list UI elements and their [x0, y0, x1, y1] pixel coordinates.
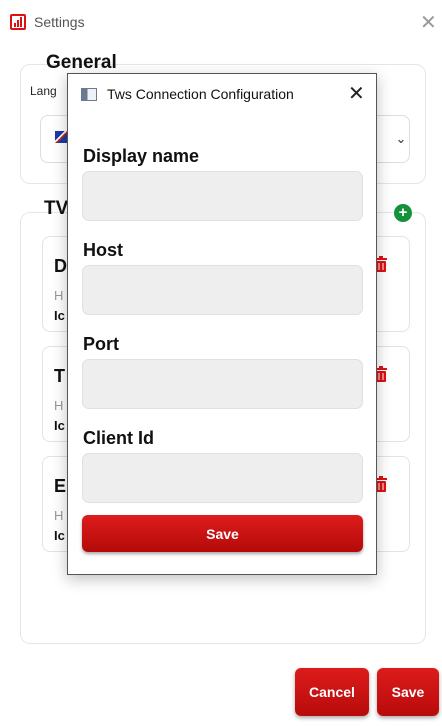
- save-button[interactable]: Save: [377, 668, 439, 716]
- general-title: General: [46, 52, 117, 73]
- plus-circle-icon[interactable]: +: [394, 204, 412, 222]
- connection-client-id: Ic: [54, 308, 65, 323]
- connection-host: H: [54, 288, 64, 303]
- display-name-input[interactable]: [82, 171, 363, 221]
- client-id-label: Client Id: [83, 428, 154, 448]
- close-icon[interactable]: ✕: [348, 81, 365, 106]
- port-input[interactable]: [82, 359, 363, 409]
- connection-client-id: Ic: [54, 528, 65, 543]
- chevron-down-icon[interactable]: ⌄: [390, 128, 412, 150]
- connection-name: D: [54, 256, 67, 276]
- connection-name: T: [54, 366, 65, 386]
- port-label: Port: [83, 334, 119, 354]
- connection-host: H: [54, 398, 64, 413]
- close-icon[interactable]: ✕: [420, 10, 437, 35]
- tws-section-title: TV: [44, 198, 69, 219]
- window-title: Settings: [34, 14, 85, 30]
- tws-connection-dialog: Tws Connection Configuration ✕ Display n…: [67, 73, 377, 575]
- bar-chart-icon: [10, 14, 26, 30]
- host-input[interactable]: [82, 265, 363, 315]
- client-id-input[interactable]: [82, 453, 363, 503]
- settings-titlebar: Settings ✕: [0, 0, 442, 46]
- dialog-title: Tws Connection Configuration: [107, 86, 294, 102]
- connection-name: E: [54, 476, 67, 496]
- cancel-button[interactable]: Cancel: [295, 668, 369, 716]
- uk-flag-icon: [55, 131, 67, 143]
- host-label: Host: [83, 240, 123, 260]
- connection-client-id: Ic: [54, 418, 65, 433]
- language-label: Lang: [30, 84, 57, 98]
- connection-host: H: [54, 508, 64, 523]
- dialog-save-button[interactable]: Save: [82, 515, 363, 552]
- display-name-label: Display name: [83, 146, 200, 166]
- window-icon: [81, 88, 97, 101]
